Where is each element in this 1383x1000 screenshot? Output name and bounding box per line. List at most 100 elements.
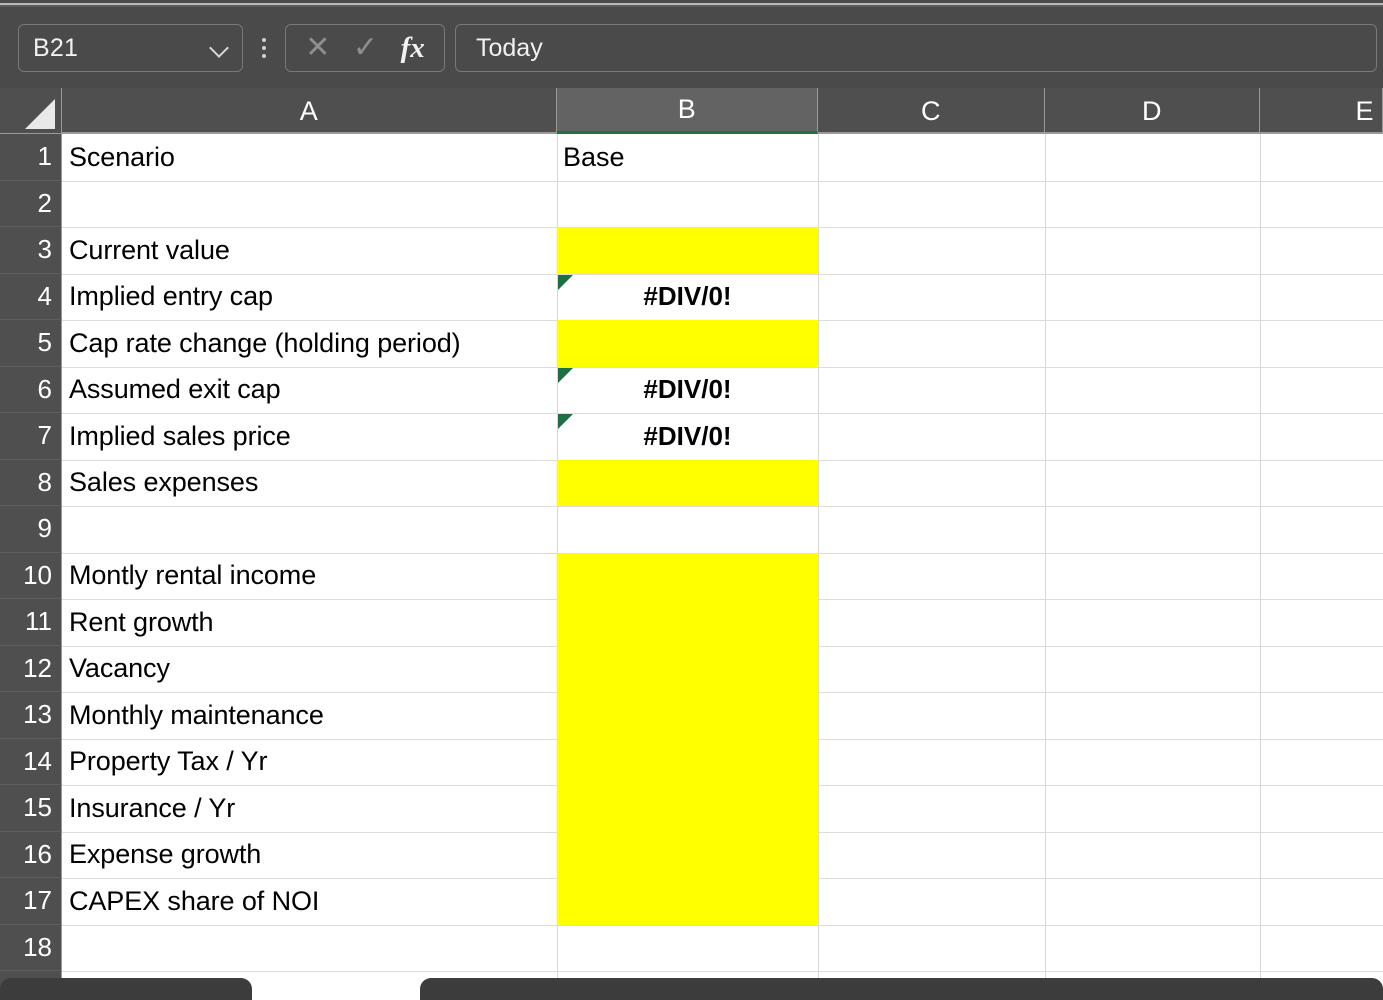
row-header-11[interactable]: 11 xyxy=(0,599,62,646)
row-header-16[interactable]: 16 xyxy=(0,831,62,878)
cell-A12[interactable]: Vacancy xyxy=(62,646,617,693)
cell-A15[interactable]: Insurance / Yr xyxy=(62,785,617,832)
row-header-9[interactable]: 9 xyxy=(0,506,62,553)
cell-A14[interactable]: Property Tax / Yr xyxy=(62,739,617,786)
row-header-3[interactable]: 3 xyxy=(0,227,62,274)
cell-B17[interactable] xyxy=(557,878,818,925)
cell-B18[interactable] xyxy=(557,925,818,972)
cell-B16[interactable] xyxy=(557,831,818,878)
column-header-b[interactable]: B xyxy=(557,88,818,134)
cell-B6[interactable]: #DIV/0! xyxy=(557,367,818,414)
cell-B7[interactable]: #DIV/0! xyxy=(557,413,818,460)
cell-D16[interactable] xyxy=(1045,832,1260,879)
name-box[interactable]: B21 xyxy=(18,24,243,72)
cell-D13[interactable] xyxy=(1045,692,1260,739)
row-header-13[interactable]: 13 xyxy=(0,692,62,739)
column-header-d[interactable]: D xyxy=(1045,88,1260,134)
cell-A18[interactable] xyxy=(62,925,617,972)
checkmark-icon[interactable]: ✓ xyxy=(353,33,378,63)
cell-C13[interactable] xyxy=(818,692,1045,739)
cell-E2[interactable] xyxy=(1260,181,1383,228)
cell-C17[interactable] xyxy=(818,878,1045,925)
formula-input[interactable]: Today xyxy=(455,24,1377,72)
cell-C10[interactable] xyxy=(818,553,1045,600)
cell-B9[interactable] xyxy=(557,506,818,553)
cell-B3[interactable] xyxy=(557,227,818,274)
close-x-icon[interactable]: ✕ xyxy=(305,33,330,63)
row-header-8[interactable]: 8 xyxy=(0,459,62,506)
cell-A17[interactable]: CAPEX share of NOI xyxy=(62,878,617,925)
chevron-down-icon[interactable] xyxy=(210,38,230,58)
cell-B1[interactable]: Base xyxy=(557,134,818,181)
cell-B8[interactable] xyxy=(557,459,818,506)
sheet-tab-scroll[interactable] xyxy=(0,978,252,1000)
row-header-10[interactable]: 10 xyxy=(0,552,62,599)
row-header-2[interactable]: 2 xyxy=(0,180,62,227)
cell-A4[interactable]: Implied entry cap xyxy=(62,274,617,321)
row-header-18[interactable]: 18 xyxy=(0,924,62,971)
cell-B14[interactable] xyxy=(557,738,818,785)
cell-A3[interactable]: Current value xyxy=(62,227,617,274)
cell-B4[interactable]: #DIV/0! xyxy=(557,274,818,321)
row-header-1[interactable]: 1 xyxy=(0,134,62,181)
row-header-5[interactable]: 5 xyxy=(0,320,62,367)
comment-marker-icon[interactable] xyxy=(558,274,573,290)
cell-E13[interactable] xyxy=(1260,692,1383,739)
comment-marker-icon[interactable] xyxy=(558,367,573,383)
row-header-4[interactable]: 4 xyxy=(0,273,62,320)
cell-A11[interactable]: Rent growth xyxy=(62,599,617,646)
cell-A7[interactable]: Implied sales price xyxy=(62,413,617,460)
cell-C15[interactable] xyxy=(818,785,1045,832)
cell-D6[interactable] xyxy=(1045,367,1260,414)
cell-E4[interactable] xyxy=(1260,274,1383,321)
cell-D10[interactable] xyxy=(1045,553,1260,600)
cell-D1[interactable] xyxy=(1045,134,1260,181)
cell-B10[interactable] xyxy=(557,552,818,599)
cell-B12[interactable] xyxy=(557,645,818,692)
cell-E1[interactable] xyxy=(1260,134,1383,181)
fx-icon[interactable]: fx xyxy=(401,33,425,63)
row-header-14[interactable]: 14 xyxy=(0,738,62,785)
cell-E12[interactable] xyxy=(1260,646,1383,693)
row-header-12[interactable]: 12 xyxy=(0,645,62,692)
cell-B2[interactable] xyxy=(557,181,818,228)
cell-B13[interactable] xyxy=(557,692,818,739)
cell-A9[interactable] xyxy=(62,506,617,553)
column-header-a[interactable]: A xyxy=(62,88,557,134)
vertical-ellipsis-icon[interactable] xyxy=(251,24,277,72)
cell-A1[interactable]: Scenario xyxy=(62,134,617,181)
cell-E11[interactable] xyxy=(1260,599,1383,646)
cell-E18[interactable] xyxy=(1260,925,1383,972)
cell-E5[interactable] xyxy=(1260,320,1383,367)
cell-A8[interactable]: Sales expenses xyxy=(62,460,617,507)
cell-C6[interactable] xyxy=(818,367,1045,414)
cell-B5[interactable] xyxy=(557,320,818,367)
cell-E7[interactable] xyxy=(1260,413,1383,460)
select-all-corner-icon[interactable] xyxy=(0,88,62,134)
cell-C11[interactable] xyxy=(818,599,1045,646)
cell-A2[interactable] xyxy=(62,181,617,228)
cell-E16[interactable] xyxy=(1260,832,1383,879)
cell-E8[interactable] xyxy=(1260,460,1383,507)
cell-E9[interactable] xyxy=(1260,506,1383,553)
cell-C1[interactable] xyxy=(818,134,1045,181)
cell-D17[interactable] xyxy=(1045,878,1260,925)
comment-marker-icon[interactable] xyxy=(558,414,573,429)
row-header-6[interactable]: 6 xyxy=(0,366,62,413)
row-header-15[interactable]: 15 xyxy=(0,785,62,832)
cell-D7[interactable] xyxy=(1045,413,1260,460)
row-header-17[interactable]: 17 xyxy=(0,878,62,925)
cell-A13[interactable]: Monthly maintenance xyxy=(62,692,617,739)
cell-A6[interactable]: Assumed exit cap xyxy=(62,367,617,414)
cell-E6[interactable] xyxy=(1260,367,1383,414)
cell-B15[interactable] xyxy=(557,785,818,832)
cell-D15[interactable] xyxy=(1045,785,1260,832)
cell-C12[interactable] xyxy=(818,646,1045,693)
horizontal-scrollbar[interactable] xyxy=(420,978,1383,1000)
cell-E17[interactable] xyxy=(1260,878,1383,925)
cell-D14[interactable] xyxy=(1045,739,1260,786)
cell-A16[interactable]: Expense growth xyxy=(62,832,617,879)
cell-C18[interactable] xyxy=(818,925,1045,972)
cell-A5[interactable]: Cap rate change (holding period) xyxy=(62,320,617,367)
column-header-e[interactable]: E xyxy=(1260,88,1383,134)
